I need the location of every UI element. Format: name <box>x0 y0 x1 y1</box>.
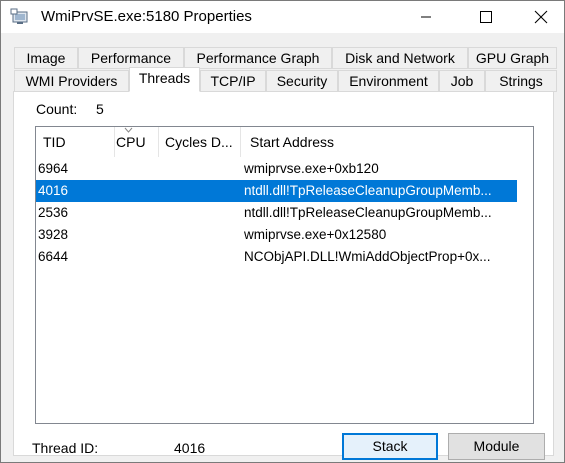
count-label: Count: <box>36 101 78 117</box>
column-divider[interactable] <box>240 127 241 157</box>
properties-window: WmiPrvSE.exe:5180 Properties Image Perfo… <box>0 0 565 463</box>
close-button[interactable] <box>518 1 564 33</box>
tab-security[interactable]: Security <box>266 70 338 92</box>
table-row-selected[interactable]: 4016 ntdll.dll!TpReleaseCleanupGroupMemb… <box>36 180 517 202</box>
stack-button[interactable]: Stack <box>342 433 438 460</box>
column-divider[interactable] <box>114 127 115 157</box>
column-header-cycles-delta[interactable]: Cycles D... <box>165 127 237 157</box>
tab-disk-and-network[interactable]: Disk and Network <box>332 47 468 69</box>
module-button[interactable]: Module <box>448 433 545 460</box>
cell-start-address: wmiprvse.exe+0x12580 <box>244 227 387 242</box>
title-bar[interactable]: WmiPrvSE.exe:5180 Properties <box>1 1 564 33</box>
minimize-button[interactable] <box>403 1 449 33</box>
tab-strings[interactable]: Strings <box>485 70 557 92</box>
minimize-icon <box>421 16 431 18</box>
table-row[interactable]: 6644 NCObjAPI.DLL!WmiAddObjectProp+0x... <box>36 246 517 268</box>
tab-gpu-graph[interactable]: GPU Graph <box>468 47 557 69</box>
cell-start-address: ntdll.dll!TpReleaseCleanupGroupMemb... <box>244 205 492 220</box>
cell-start-address: wmiprvse.exe+0xb120 <box>244 161 379 176</box>
column-header-start-address[interactable]: Start Address <box>250 127 450 157</box>
table-row[interactable]: 6964 wmiprvse.exe+0xb120 <box>36 158 517 180</box>
cell-tid: 4016 <box>38 183 69 198</box>
cell-start-address: ntdll.dll!TpReleaseCleanupGroupMemb... <box>244 183 492 198</box>
tab-image[interactable]: Image <box>14 47 78 69</box>
tab-tcp-ip[interactable]: TCP/IP <box>200 70 266 92</box>
maximize-icon <box>480 11 492 23</box>
column-header-tid[interactable]: TID <box>43 127 113 157</box>
thread-id-label: Thread ID: <box>32 440 99 456</box>
count-value: 5 <box>96 101 104 117</box>
window-title: WmiPrvSE.exe:5180 Properties <box>41 8 252 25</box>
column-divider[interactable] <box>158 127 159 157</box>
tab-wmi-providers[interactable]: WMI Providers <box>14 70 129 92</box>
thread-id-value: 4016 <box>174 440 206 456</box>
close-icon <box>534 10 548 24</box>
cell-tid: 3928 <box>38 227 69 242</box>
tab-performance-graph[interactable]: Performance Graph <box>184 47 332 69</box>
cell-tid: 2536 <box>38 205 69 220</box>
threads-list[interactable]: TID CPU Cycles D... Start Address 6964 w… <box>35 126 534 424</box>
tab-job[interactable]: Job <box>439 70 485 92</box>
cell-start-address: NCObjAPI.DLL!WmiAddObjectProp+0x... <box>244 249 491 264</box>
column-header-cpu[interactable]: CPU <box>116 127 158 157</box>
threads-panel: Count: 5 TID CPU Cycles D... Start Addre… <box>13 91 554 460</box>
app-icon <box>10 8 28 24</box>
tab-environment[interactable]: Environment <box>338 70 439 92</box>
table-row[interactable]: 2536 ntdll.dll!TpReleaseCleanupGroupMemb… <box>36 202 517 224</box>
cell-tid: 6964 <box>38 161 69 176</box>
maximize-button[interactable] <box>463 1 509 33</box>
tab-threads[interactable]: Threads <box>129 67 200 92</box>
cell-tid: 6644 <box>38 249 69 264</box>
tab-performance[interactable]: Performance <box>78 47 184 69</box>
table-row[interactable]: 3928 wmiprvse.exe+0x12580 <box>36 224 517 246</box>
